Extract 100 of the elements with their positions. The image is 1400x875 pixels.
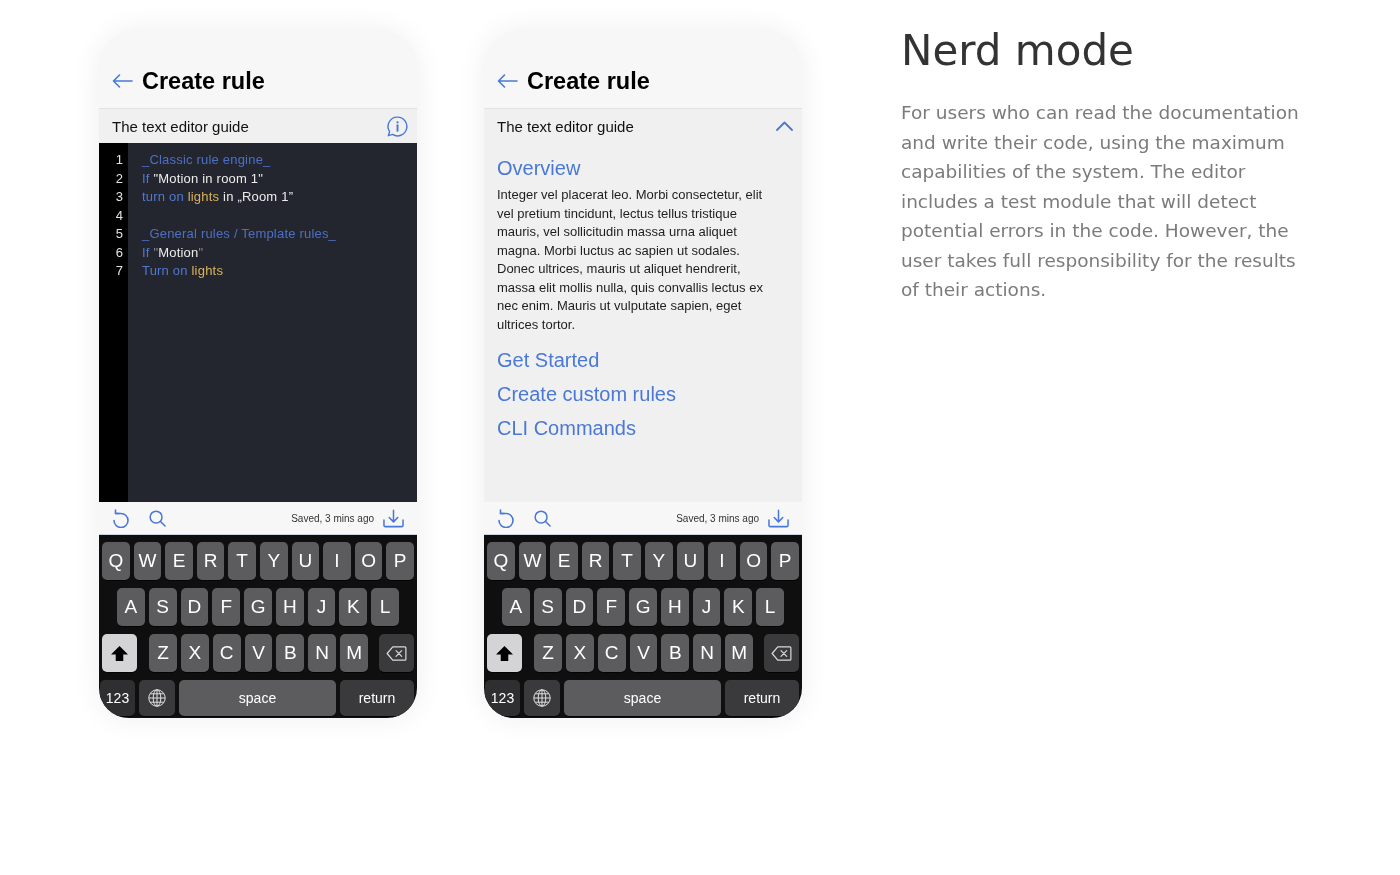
- guide-link[interactable]: Overview: [497, 156, 581, 180]
- keyboard-key[interactable]: U: [676, 542, 705, 580]
- shift-arrow-icon: [110, 644, 129, 662]
- code-line: If "Motion in room 1": [142, 169, 264, 188]
- keyboard-key[interactable]: D: [565, 588, 594, 626]
- keyboard-key[interactable]: Y: [259, 542, 288, 580]
- keyboard-key[interactable]: O: [739, 542, 768, 580]
- keyboard-key[interactable]: U: [291, 542, 320, 580]
- back-arrow-icon[interactable]: [112, 74, 133, 88]
- backspace-icon: [386, 645, 407, 661]
- keyboard-key[interactable]: I: [708, 542, 736, 580]
- keyboard-key[interactable]: C: [597, 634, 626, 672]
- keyboard-key[interactable]: C: [212, 634, 241, 672]
- keyboard-key[interactable]: N: [693, 634, 722, 672]
- guide-link[interactable]: Create custom rules: [497, 377, 676, 411]
- globe-key[interactable]: [139, 680, 175, 716]
- keyboard-key[interactable]: A: [502, 588, 530, 626]
- keyboard-key[interactable]: G: [629, 588, 657, 626]
- keyboard-key[interactable]: E: [550, 542, 578, 580]
- line-number: 6: [115, 243, 123, 262]
- keyboard-key[interactable]: X: [565, 634, 594, 672]
- line-number: 3: [115, 188, 123, 206]
- keyboard-key[interactable]: J: [692, 588, 721, 626]
- keyboard-key[interactable]: H: [660, 588, 689, 626]
- description-paragraph: For users who can read the documentation and write their code, using the maximum capabilities of the system. The editor includes a test module that will detect potential errors in the code. However, the user takes full responsibility for the results of their actions.: [901, 101, 1300, 302]
- keyboard-key[interactable]: M: [340, 634, 368, 672]
- line-number: 7: [115, 262, 123, 280]
- keyboard-key[interactable]: N: [308, 634, 337, 672]
- shift-key[interactable]: [487, 634, 522, 672]
- keyboard-key[interactable]: P: [386, 542, 414, 580]
- keyboard-key[interactable]: T: [228, 542, 256, 580]
- keyboard-key[interactable]: W: [133, 542, 162, 580]
- shift-arrow-icon: [495, 644, 514, 662]
- download-icon[interactable]: [383, 508, 404, 528]
- undo-icon[interactable]: [112, 508, 130, 528]
- keyboard-key[interactable]: I: [323, 542, 351, 580]
- keyboard-key[interactable]: M: [725, 634, 753, 672]
- keyboard-key[interactable]: G: [244, 588, 272, 626]
- page-title: Create rule: [527, 67, 650, 95]
- keyboard-key[interactable]: O: [354, 542, 383, 580]
- keyboard-key[interactable]: Q: [102, 542, 130, 580]
- info-icon[interactable]: [387, 115, 408, 137]
- keyboard-key[interactable]: L: [371, 588, 400, 626]
- back-arrow-icon[interactable]: [497, 74, 518, 88]
- keyboard-key[interactable]: V: [629, 634, 658, 672]
- keyboard-key[interactable]: H: [275, 588, 304, 626]
- save-status: Saved, 3 mins ago: [291, 512, 374, 524]
- line-number: 4: [115, 206, 123, 225]
- keyboard-key[interactable]: R: [196, 542, 225, 580]
- keyboard-key[interactable]: S: [148, 588, 177, 626]
- undo-icon[interactable]: [497, 508, 515, 528]
- keyboard-key[interactable]: Q: [487, 542, 515, 580]
- guide-link[interactable]: Get Started: [497, 343, 600, 377]
- keyboard-key[interactable]: F: [212, 588, 241, 626]
- search-icon[interactable]: [534, 509, 551, 527]
- keyboard-key[interactable]: A: [117, 588, 145, 626]
- keyboard-key[interactable]: K: [339, 588, 368, 626]
- keyboard-key[interactable]: Z: [149, 634, 177, 672]
- keyboard-key[interactable]: T: [613, 542, 641, 580]
- numbers-key[interactable]: 123: [485, 680, 520, 716]
- code-line: _General rules / Template rules_: [142, 225, 337, 243]
- delete-key[interactable]: [764, 634, 799, 672]
- keyboard-key[interactable]: P: [771, 542, 799, 580]
- chevron-up-icon[interactable]: [776, 121, 793, 131]
- page-title: Create rule: [142, 67, 265, 95]
- keyboard-key[interactable]: E: [165, 542, 193, 580]
- guide-bar-label: The text editor guide: [497, 117, 634, 135]
- space-key[interactable]: space: [179, 680, 336, 716]
- keyboard-key[interactable]: K: [724, 588, 753, 626]
- guide-link[interactable]: CLI Commands: [497, 411, 636, 445]
- keyboard-key[interactable]: J: [307, 588, 336, 626]
- keyboard-key[interactable]: V: [244, 634, 273, 672]
- keyboard-key[interactable]: W: [518, 542, 547, 580]
- keyboard-key[interactable]: S: [533, 588, 562, 626]
- keyboard-key[interactable]: L: [756, 588, 785, 626]
- keyboard-key[interactable]: R: [581, 542, 610, 580]
- keyboard-key[interactable]: D: [180, 588, 209, 626]
- code-line: Turn on lights: [142, 262, 224, 280]
- search-icon[interactable]: [149, 509, 166, 527]
- keyboard-key[interactable]: B: [661, 634, 690, 672]
- backspace-icon: [771, 645, 792, 661]
- download-icon[interactable]: [768, 508, 789, 528]
- code-line: _Classic rule engine_: [142, 151, 271, 169]
- keyboard-key[interactable]: B: [276, 634, 305, 672]
- return-key[interactable]: return: [340, 680, 414, 716]
- globe-key[interactable]: [524, 680, 560, 716]
- return-key[interactable]: return: [725, 680, 799, 716]
- delete-key[interactable]: [379, 634, 414, 672]
- globe-icon: [533, 689, 551, 707]
- guide-paragraph: Integer vel placerat leo. Morbi consectetur, elit vel pretium tincidunt, lectus tellus tristique mauris, vel sollicitudin massa urna aliquet magna. Morbi luctus ac sapien ut sodales. Donec ultrices, mauris ut aliquet hendrerit, massa elit mollis nulla, quis convallis lectus ex nec enim. Mauris ut vulputate sapien, eget ultrices tortor.: [497, 186, 764, 334]
- code-line: If "Motion": [142, 243, 204, 262]
- keyboard-key[interactable]: Y: [644, 542, 673, 580]
- numbers-key[interactable]: 123: [100, 680, 135, 716]
- keyboard-key[interactable]: Z: [534, 634, 562, 672]
- keyboard-key[interactable]: F: [597, 588, 626, 626]
- line-number: 1: [115, 151, 123, 169]
- shift-key[interactable]: [102, 634, 137, 672]
- space-key[interactable]: space: [564, 680, 721, 716]
- keyboard-key[interactable]: X: [180, 634, 209, 672]
- line-number: 5: [115, 225, 123, 243]
